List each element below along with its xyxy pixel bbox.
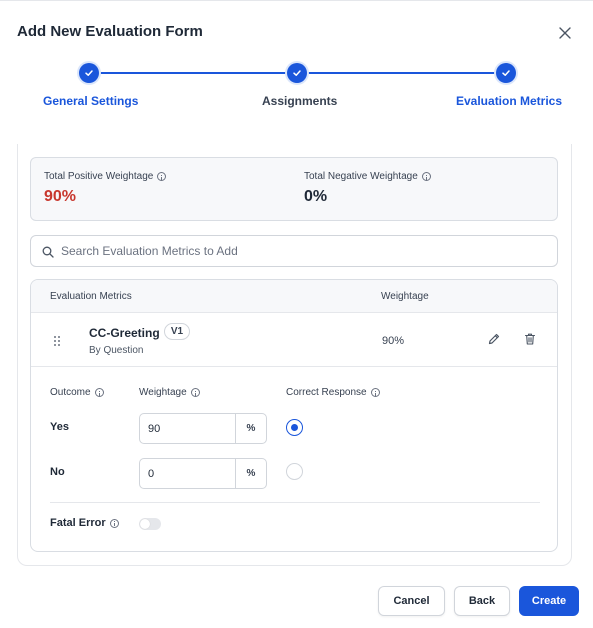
drag-handle-icon[interactable] [53,334,61,352]
percent-unit: % [235,414,266,443]
create-button[interactable]: Create [519,586,579,616]
edit-icon[interactable] [487,332,501,351]
fatal-error-text: Fatal Error [50,517,106,529]
outcome-label: Outcome [50,387,104,398]
weightage-no-input[interactable] [148,459,233,488]
weightage-no-field: % [139,458,267,489]
info-icon[interactable] [109,518,119,528]
close-icon[interactable] [556,24,574,42]
info-icon[interactable] [421,172,431,181]
option-no-label: No [50,466,65,478]
metric-name: CC-Greeting [89,326,160,340]
correct-response-text: Correct Response [286,387,367,398]
info-icon[interactable] [157,172,167,181]
info-icon[interactable] [94,388,104,397]
positive-weightage-text: Total Positive Weightage [44,171,154,182]
delete-icon[interactable] [523,332,537,351]
version-badge: V1 [164,323,190,340]
metric-search [30,235,558,267]
positive-weightage-value: 90% [44,188,77,205]
negative-weightage-text: Total Negative Weightage [304,171,418,182]
header-weightage: Weightage [381,291,429,302]
row-divider [31,366,557,367]
correct-yes-radio[interactable] [286,419,303,436]
fatal-error-toggle[interactable] [139,518,161,530]
step-connector [98,72,288,74]
weightage-text: Weightage [139,387,187,398]
fatal-error-label: Fatal Error [50,517,119,529]
positive-weightage-label: Total Positive Weightage [44,171,167,182]
step-connector [306,72,496,74]
search-input[interactable] [61,236,541,266]
weightage-yes-field: % [139,413,267,444]
section-divider [50,502,540,503]
negative-weightage-value: 0% [304,188,328,205]
info-icon[interactable] [370,388,380,397]
header-evaluation-metrics: Evaluation Metrics [50,291,132,302]
cancel-button[interactable]: Cancel [378,586,445,616]
option-yes-label: Yes [50,421,69,433]
step-check-icon[interactable] [496,63,516,83]
correct-no-radio[interactable] [286,463,303,480]
table-header: Evaluation Metrics Weightage [31,280,557,313]
step-evaluation-metrics[interactable]: Evaluation Metrics [456,94,562,108]
step-check-icon[interactable] [287,63,307,83]
dialog-title: Add New Evaluation Form [17,23,203,40]
weightage-summary: Total Positive Weightage 90% Total Negat… [30,157,558,221]
step-check-icon[interactable] [79,63,99,83]
search-icon [42,245,54,263]
negative-weightage-label: Total Negative Weightage [304,171,431,182]
metrics-table: Evaluation Metrics Weightage CC-Greeting… [30,279,558,552]
percent-unit: % [235,459,266,488]
correct-response-label: Correct Response [286,387,380,398]
step-assignments[interactable]: Assignments [262,94,337,108]
metric-type: By Question [89,345,144,356]
step-general-settings[interactable]: General Settings [43,94,138,108]
info-icon[interactable] [190,388,200,397]
metric-weightage: 90% [382,335,405,347]
weightage-label: Weightage [139,387,200,398]
back-button[interactable]: Back [454,586,510,616]
outcome-text: Outcome [50,387,91,398]
top-border [0,0,593,1]
weightage-yes-input[interactable] [148,414,233,443]
